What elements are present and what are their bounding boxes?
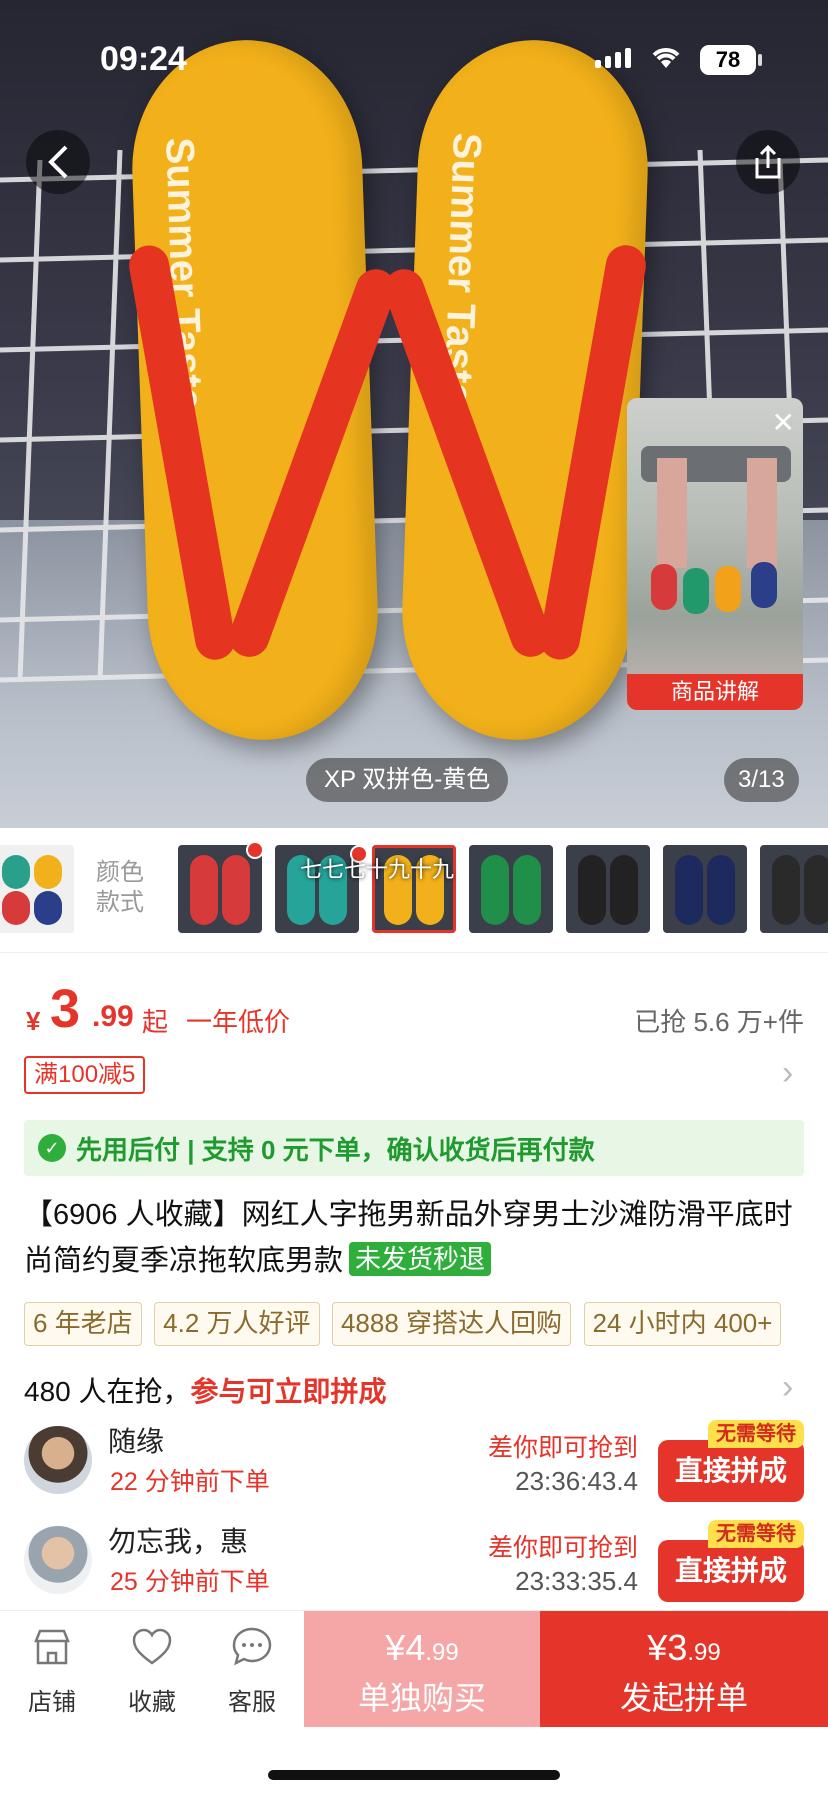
solo-price-int: 4: [405, 1627, 426, 1668]
right-flip-flop: Summer Taste: [378, 36, 653, 744]
shop-label: 店铺: [28, 1689, 76, 1716]
coupon-badge[interactable]: 满100减5: [24, 1056, 146, 1094]
bottom-action-bar: 店铺 收藏 客服 ¥4.99 单独购买 ¥3.99 发起拼单: [0, 1610, 828, 1727]
solo-currency: ¥: [385, 1627, 406, 1668]
image-counter: 3/13: [724, 758, 799, 802]
store-icon: [34, 1629, 70, 1665]
variant-label: XP 双拼色-黄色: [306, 758, 509, 802]
group-buyer-row: 随缘 22 分钟前下单 差你即可抢到 23:36:43.4 直接拼成 无需等待: [24, 1420, 804, 1502]
avatar: [24, 1526, 92, 1594]
group-highlight: 参与可立即拼成: [190, 1376, 387, 1407]
video-legs: [657, 458, 777, 568]
group-count: 480 人在抢，: [24, 1376, 191, 1407]
favorite-button[interactable]: 收藏: [102, 1611, 202, 1727]
avatar: [24, 1426, 92, 1494]
divider: [0, 952, 828, 953]
no-wait-tag: 无需等待: [708, 1420, 804, 1448]
group-price-int: 3: [667, 1627, 688, 1668]
sold-count: 已抢 5.6 万+件: [634, 1007, 804, 1037]
refund-badge: 未发货秒退: [349, 1242, 492, 1276]
group-label: 发起拼单: [619, 1680, 748, 1716]
variant-thumb-green[interactable]: [469, 845, 553, 933]
countdown-label: 差你即可抢到: [487, 1434, 638, 1462]
color-style-label: 颜色款式: [96, 859, 144, 916]
group-currency: ¥: [647, 1627, 668, 1668]
join-group-button[interactable]: 直接拼成: [658, 1540, 804, 1602]
battery-tip: [758, 54, 762, 66]
countdown-label: 差你即可抢到: [487, 1534, 638, 1562]
pay-later-text: 先用后付 | 支持 0 元下单，确认收货后再付款: [76, 1134, 595, 1165]
video-sandal: [715, 566, 741, 612]
video-sandal: [751, 562, 777, 608]
price-row: ¥ 3 .99 起 一年低价 已抢 5.6 万+件: [24, 978, 804, 1039]
no-wait-tag: 无需等待: [708, 1520, 804, 1548]
countdown-timer: 23:36:43.4: [515, 1466, 638, 1496]
buy-alone-button[interactable]: ¥4.99 单独购买: [304, 1611, 540, 1727]
clock: 09:24: [100, 40, 187, 78]
variant-thumb-black-red[interactable]: [566, 845, 650, 933]
home-indicator: [268, 1770, 560, 1780]
price-suffix: 起: [142, 1007, 169, 1037]
solo-price: ¥4.99: [304, 1627, 540, 1669]
video-label: 商品讲解: [627, 674, 803, 710]
store-tag[interactable]: 6 年老店: [24, 1302, 142, 1346]
hot-icon: [246, 841, 264, 859]
group-buyer-row: 勿忘我，惠 25 分钟前下单 差你即可抢到 23:33:35.4 直接拼成 无需…: [24, 1520, 804, 1602]
wifi-icon: [650, 44, 682, 78]
left-flip-flop: Summer Taste: [125, 36, 402, 744]
shop-button[interactable]: 店铺: [2, 1611, 102, 1727]
status-bar: 09:24 78: [0, 0, 828, 120]
service-label: 客服: [228, 1689, 276, 1716]
buyer-order-time: 22 分钟前下单: [110, 1468, 270, 1496]
product-title: 【6906 人收藏】网红人字拖男新品外穿男士沙滩防滑平底时尚简约夏季凉拖软底男款…: [24, 1192, 814, 1284]
solo-label: 单独购买: [357, 1680, 486, 1716]
heart-icon: [132, 1628, 172, 1665]
countdown-timer: 23:33:35.4: [515, 1566, 638, 1596]
back-button[interactable]: [26, 130, 90, 194]
group-price: ¥3.99: [540, 1627, 828, 1669]
buyer-order-time: 25 分钟前下单: [110, 1568, 270, 1596]
store-tags: 6 年老店 4.2 万人好评 4888 穿搭达人回购 24 小时内 400+: [24, 1302, 828, 1346]
chevron-right-icon[interactable]: ›: [782, 1368, 793, 1407]
store-tag[interactable]: 24 小时内 400+: [583, 1302, 782, 1346]
join-group-button[interactable]: 直接拼成: [658, 1440, 804, 1502]
video-preview[interactable]: ✕ 商品讲解: [627, 398, 803, 710]
variant-thumb-navy[interactable]: [663, 845, 747, 933]
customer-service-button[interactable]: 客服: [202, 1611, 302, 1727]
price-decimal: .99: [92, 1000, 134, 1033]
pay-later-icon: ✓: [38, 1134, 66, 1162]
group-buy-header[interactable]: 480 人在抢，参与可立即拼成: [24, 1370, 387, 1410]
chevron-left-icon: [48, 145, 68, 179]
cellular-signal-icon: [595, 48, 631, 68]
group-price-dec: .99: [687, 1639, 721, 1666]
share-icon: [755, 144, 781, 179]
currency-symbol: ¥: [26, 1006, 41, 1036]
variant-thumb-red[interactable]: [178, 845, 262, 933]
store-tag[interactable]: 4888 穿搭达人回购: [331, 1302, 572, 1346]
video-sandal: [651, 564, 677, 610]
buyer-name: 勿忘我，惠: [108, 1526, 249, 1557]
battery-icon: 78: [700, 45, 756, 75]
store-tag[interactable]: 4.2 万人好评: [154, 1302, 320, 1346]
buyer-name: 随缘: [108, 1426, 165, 1457]
chat-icon: [232, 1627, 272, 1666]
chevron-right-icon[interactable]: ›: [782, 1054, 793, 1093]
product-image[interactable]: Summer Taste Summer Taste 09:24 78 ✕ 商品讲…: [0, 0, 828, 828]
solo-price-dec: .99: [425, 1639, 459, 1666]
pay-later-banner[interactable]: ✓ 先用后付 | 支持 0 元下单，确认收货后再付款: [24, 1120, 804, 1176]
price-integer: 3: [50, 979, 81, 1039]
thumbnail-caption: 七七七十九十九: [300, 857, 455, 882]
share-button[interactable]: [736, 130, 800, 194]
favorite-label: 收藏: [128, 1689, 176, 1716]
start-group-buy-button[interactable]: ¥3.99 发起拼单: [540, 1611, 828, 1727]
low-price-tag: 一年低价: [186, 1007, 291, 1037]
close-icon[interactable]: ✕: [772, 406, 795, 439]
video-sandal: [683, 568, 709, 614]
variant-thumb-grid[interactable]: [0, 845, 74, 933]
variant-thumb-black[interactable]: [760, 845, 828, 933]
